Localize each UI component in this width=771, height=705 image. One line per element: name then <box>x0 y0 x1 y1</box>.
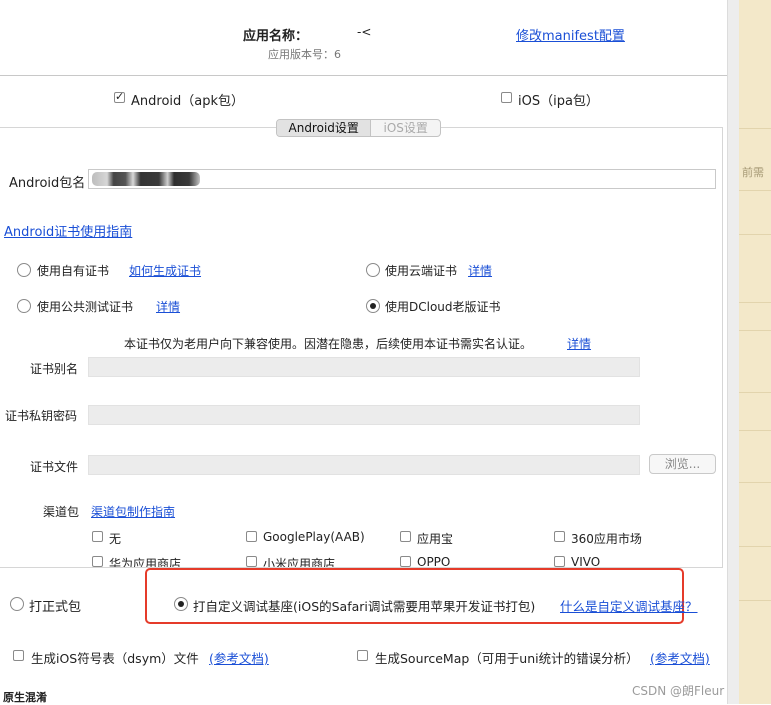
app-version: 应用版本号：6 <box>268 48 341 61</box>
channel-checkbox-yingyongbao[interactable] <box>400 531 411 542</box>
cert-dcloud-legacy-label: 使用DCloud老版证书 <box>385 300 501 314</box>
app-name-label: 应用名称： <box>243 29 309 44</box>
cert-public-test-label: 使用公共测试证书 <box>37 300 134 314</box>
ios-platform-label: iOS（ipa包） <box>518 94 599 109</box>
channel-label-yingyongbao: 应用宝 <box>417 532 454 546</box>
formal-package-label: 打正式包 <box>29 600 82 615</box>
cert-dcloud-legacy-radio[interactable] <box>366 299 380 313</box>
cert-own-radio[interactable] <box>17 263 31 277</box>
cert-alias-input[interactable] <box>88 357 640 377</box>
cert-alias-label: 证书别名 <box>30 362 79 376</box>
ios-platform-checkbox[interactable] <box>501 92 512 103</box>
channel-checkbox-googleplay[interactable] <box>246 531 257 542</box>
cert-password-input[interactable] <box>88 405 640 425</box>
sourcemap-label: 生成SourceMap（可用于uni统计的错误分析） <box>375 651 639 666</box>
native-obfuscation-label: 原生混淆 <box>3 691 47 704</box>
side-panel <box>739 0 771 704</box>
channel-label-googleplay: GooglePlay(AAB) <box>263 530 365 544</box>
what-is-custom-base-link[interactable]: 什么是自定义调试基座？ <box>560 596 698 615</box>
cert-file-input[interactable] <box>88 455 640 475</box>
modify-manifest-link[interactable]: 修改manifest配置 <box>516 25 625 44</box>
custom-base-radio[interactable] <box>174 597 188 611</box>
cert-cloud-detail-link[interactable]: 详情 <box>468 262 492 279</box>
browse-button[interactable]: 浏览... <box>649 454 716 474</box>
side-panel-text: 前需 <box>742 166 764 179</box>
cert-file-label: 证书文件 <box>30 460 79 474</box>
sourcemap-checkbox[interactable] <box>357 650 368 661</box>
legacy-cert-notice-link[interactable]: 详情 <box>567 335 591 352</box>
channel-guide-link[interactable]: 渠道包制作指南 <box>91 503 175 520</box>
channel-label: 渠道包 <box>43 505 80 519</box>
platform-tabs: Android设置 iOS设置 <box>276 119 441 137</box>
app-name-value: -< <box>357 25 372 39</box>
header-divider <box>0 75 727 76</box>
sourcemap-doc-link[interactable]: (参考文档) <box>650 648 710 667</box>
channel-label-none: 无 <box>109 532 122 546</box>
cert-public-test-detail-link[interactable]: 详情 <box>156 298 180 315</box>
watermark: CSDN @朗Fleur <box>632 684 725 698</box>
channel-checkbox-vivo[interactable] <box>554 556 565 567</box>
android-platform-label: Android（apk包） <box>131 94 245 109</box>
formal-package-radio[interactable] <box>10 597 24 611</box>
legacy-cert-notice: 本证书仅为老用户向下兼容使用。因潜在隐患，后续使用本证书需实名认证。 <box>124 337 533 351</box>
android-platform-checkbox[interactable] <box>114 90 125 103</box>
ios-symbols-label: 生成iOS符号表（dsym）文件 <box>31 651 199 666</box>
channel-checkbox-360[interactable] <box>554 531 565 542</box>
cert-own-label: 使用自有证书 <box>37 264 110 278</box>
channel-checkbox-huawei[interactable] <box>92 556 103 567</box>
tab-android-settings[interactable]: Android设置 <box>277 120 372 136</box>
cert-guide-link[interactable]: Android证书使用指南 <box>4 221 132 240</box>
cert-password-label: 证书私钥密码 <box>5 409 78 423</box>
tab-ios-settings[interactable]: iOS设置 <box>371 120 440 136</box>
ios-symbols-doc-link[interactable]: (参考文档) <box>209 648 269 667</box>
cert-public-test-radio[interactable] <box>17 299 31 313</box>
channel-checkbox-xiaomi[interactable] <box>246 556 257 567</box>
package-name-redacted <box>92 172 200 186</box>
custom-base-label: 打自定义调试基座(iOS的Safari调试需要用苹果开发证书打包) <box>193 599 536 614</box>
package-name-label: Android包名 <box>9 176 86 191</box>
channel-label-360: 360应用市场 <box>571 532 642 546</box>
cert-cloud-radio[interactable] <box>366 263 380 277</box>
channel-checkbox-none[interactable] <box>92 531 103 542</box>
how-to-generate-cert-link[interactable]: 如何生成证书 <box>129 262 201 279</box>
ios-symbols-checkbox[interactable] <box>13 650 24 661</box>
cert-cloud-label: 使用云端证书 <box>385 264 458 278</box>
channel-checkbox-oppo[interactable] <box>400 556 411 567</box>
